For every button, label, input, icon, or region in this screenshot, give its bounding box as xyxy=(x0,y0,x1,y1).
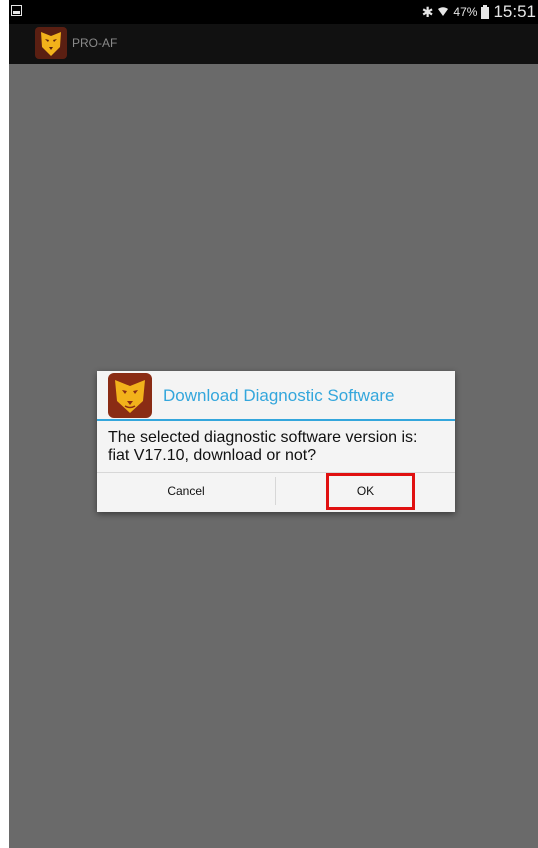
device-screen: ✱ 47% 15:51 PRO-AF Download Diagnostic S… xyxy=(9,0,538,848)
download-dialog: Download Diagnostic Software The selecte… xyxy=(97,371,455,512)
dialog-message-line1: The selected diagnostic software version… xyxy=(108,429,418,446)
status-bar: ✱ 47% 15:51 xyxy=(9,0,538,24)
dialog-message: The selected diagnostic software version… xyxy=(108,429,448,465)
app-title: PRO-AF xyxy=(72,36,118,50)
app-bar: PRO-AF xyxy=(9,24,538,64)
battery-percent: 47% xyxy=(453,5,478,19)
dialog-title-divider xyxy=(97,419,455,421)
screenshot-icon xyxy=(11,5,22,16)
bluetooth-icon: ✱ xyxy=(421,4,434,20)
lion-logo-icon xyxy=(108,373,152,418)
dialog-header: Download Diagnostic Software xyxy=(97,371,455,419)
battery-icon xyxy=(481,4,490,19)
dialog-message-line2: fiat V17.10, download or not? xyxy=(108,447,317,464)
dialog-button-bar: Cancel OK xyxy=(97,472,455,509)
dialog-title: Download Diagnostic Software xyxy=(163,386,395,405)
clock: 15:51 xyxy=(493,2,536,21)
status-icons: ✱ 47% 15:51 xyxy=(422,2,536,22)
lion-logo-icon[interactable] xyxy=(35,27,67,59)
wifi-icon xyxy=(437,5,449,19)
ok-button[interactable]: OK xyxy=(276,473,455,509)
cancel-button[interactable]: Cancel xyxy=(97,473,275,509)
